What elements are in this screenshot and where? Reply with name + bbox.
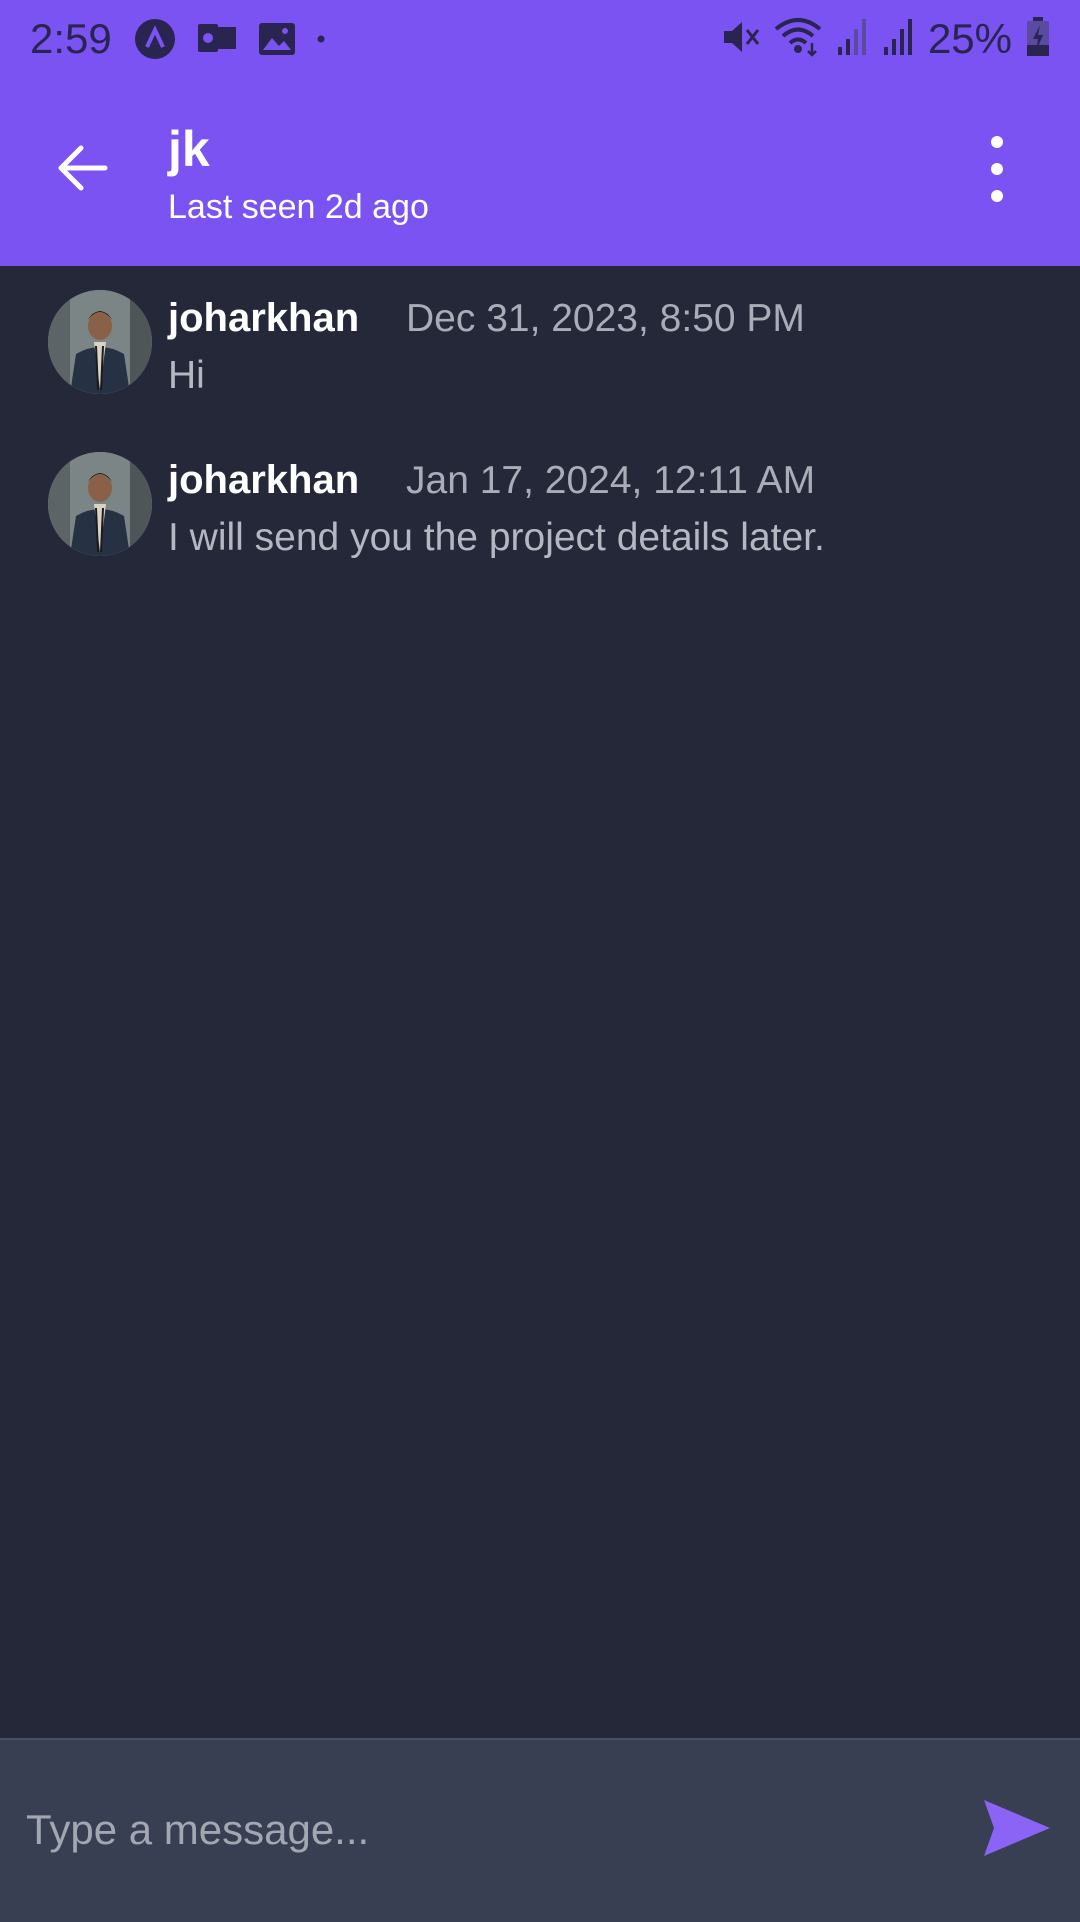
image-icon [258,22,296,56]
wifi-icon [774,17,822,62]
message-timestamp: Jan 17, 2024, 12:11 AM [406,459,816,502]
app-a-icon [134,18,176,60]
more-vert-icon [991,136,1003,148]
avatar [48,290,152,394]
chat-header: jk Last seen 2d ago [0,78,1080,266]
message-text: I will send you the project details late… [168,516,825,559]
back-button[interactable] [52,138,112,198]
signal-icon [836,17,868,62]
message-composer [0,1738,1080,1922]
send-button[interactable] [980,1796,1060,1868]
mute-icon [720,17,760,62]
contact-name: jk [168,121,210,177]
message-sender: joharkhan [168,296,360,340]
message-text: Hi [168,354,205,397]
message-timestamp: Dec 31, 2023, 8:50 PM [406,297,805,340]
arrow-left-icon [58,145,108,191]
dot-icon [316,34,326,44]
status-time: 2:59 [30,15,112,62]
battery-charging-icon [1026,16,1050,62]
last-seen-status: Last seen 2d ago [168,188,429,226]
outlook-icon [196,21,238,57]
signal-icon [882,17,914,62]
message-sender: joharkhan [168,458,360,502]
more-options-button[interactable] [975,136,1019,202]
avatar [48,452,152,556]
status-bar: 2:59 25% [0,0,1080,78]
send-icon [984,1800,1050,1856]
battery-percent: 25% [927,15,1012,62]
message-input[interactable] [24,1794,928,1866]
